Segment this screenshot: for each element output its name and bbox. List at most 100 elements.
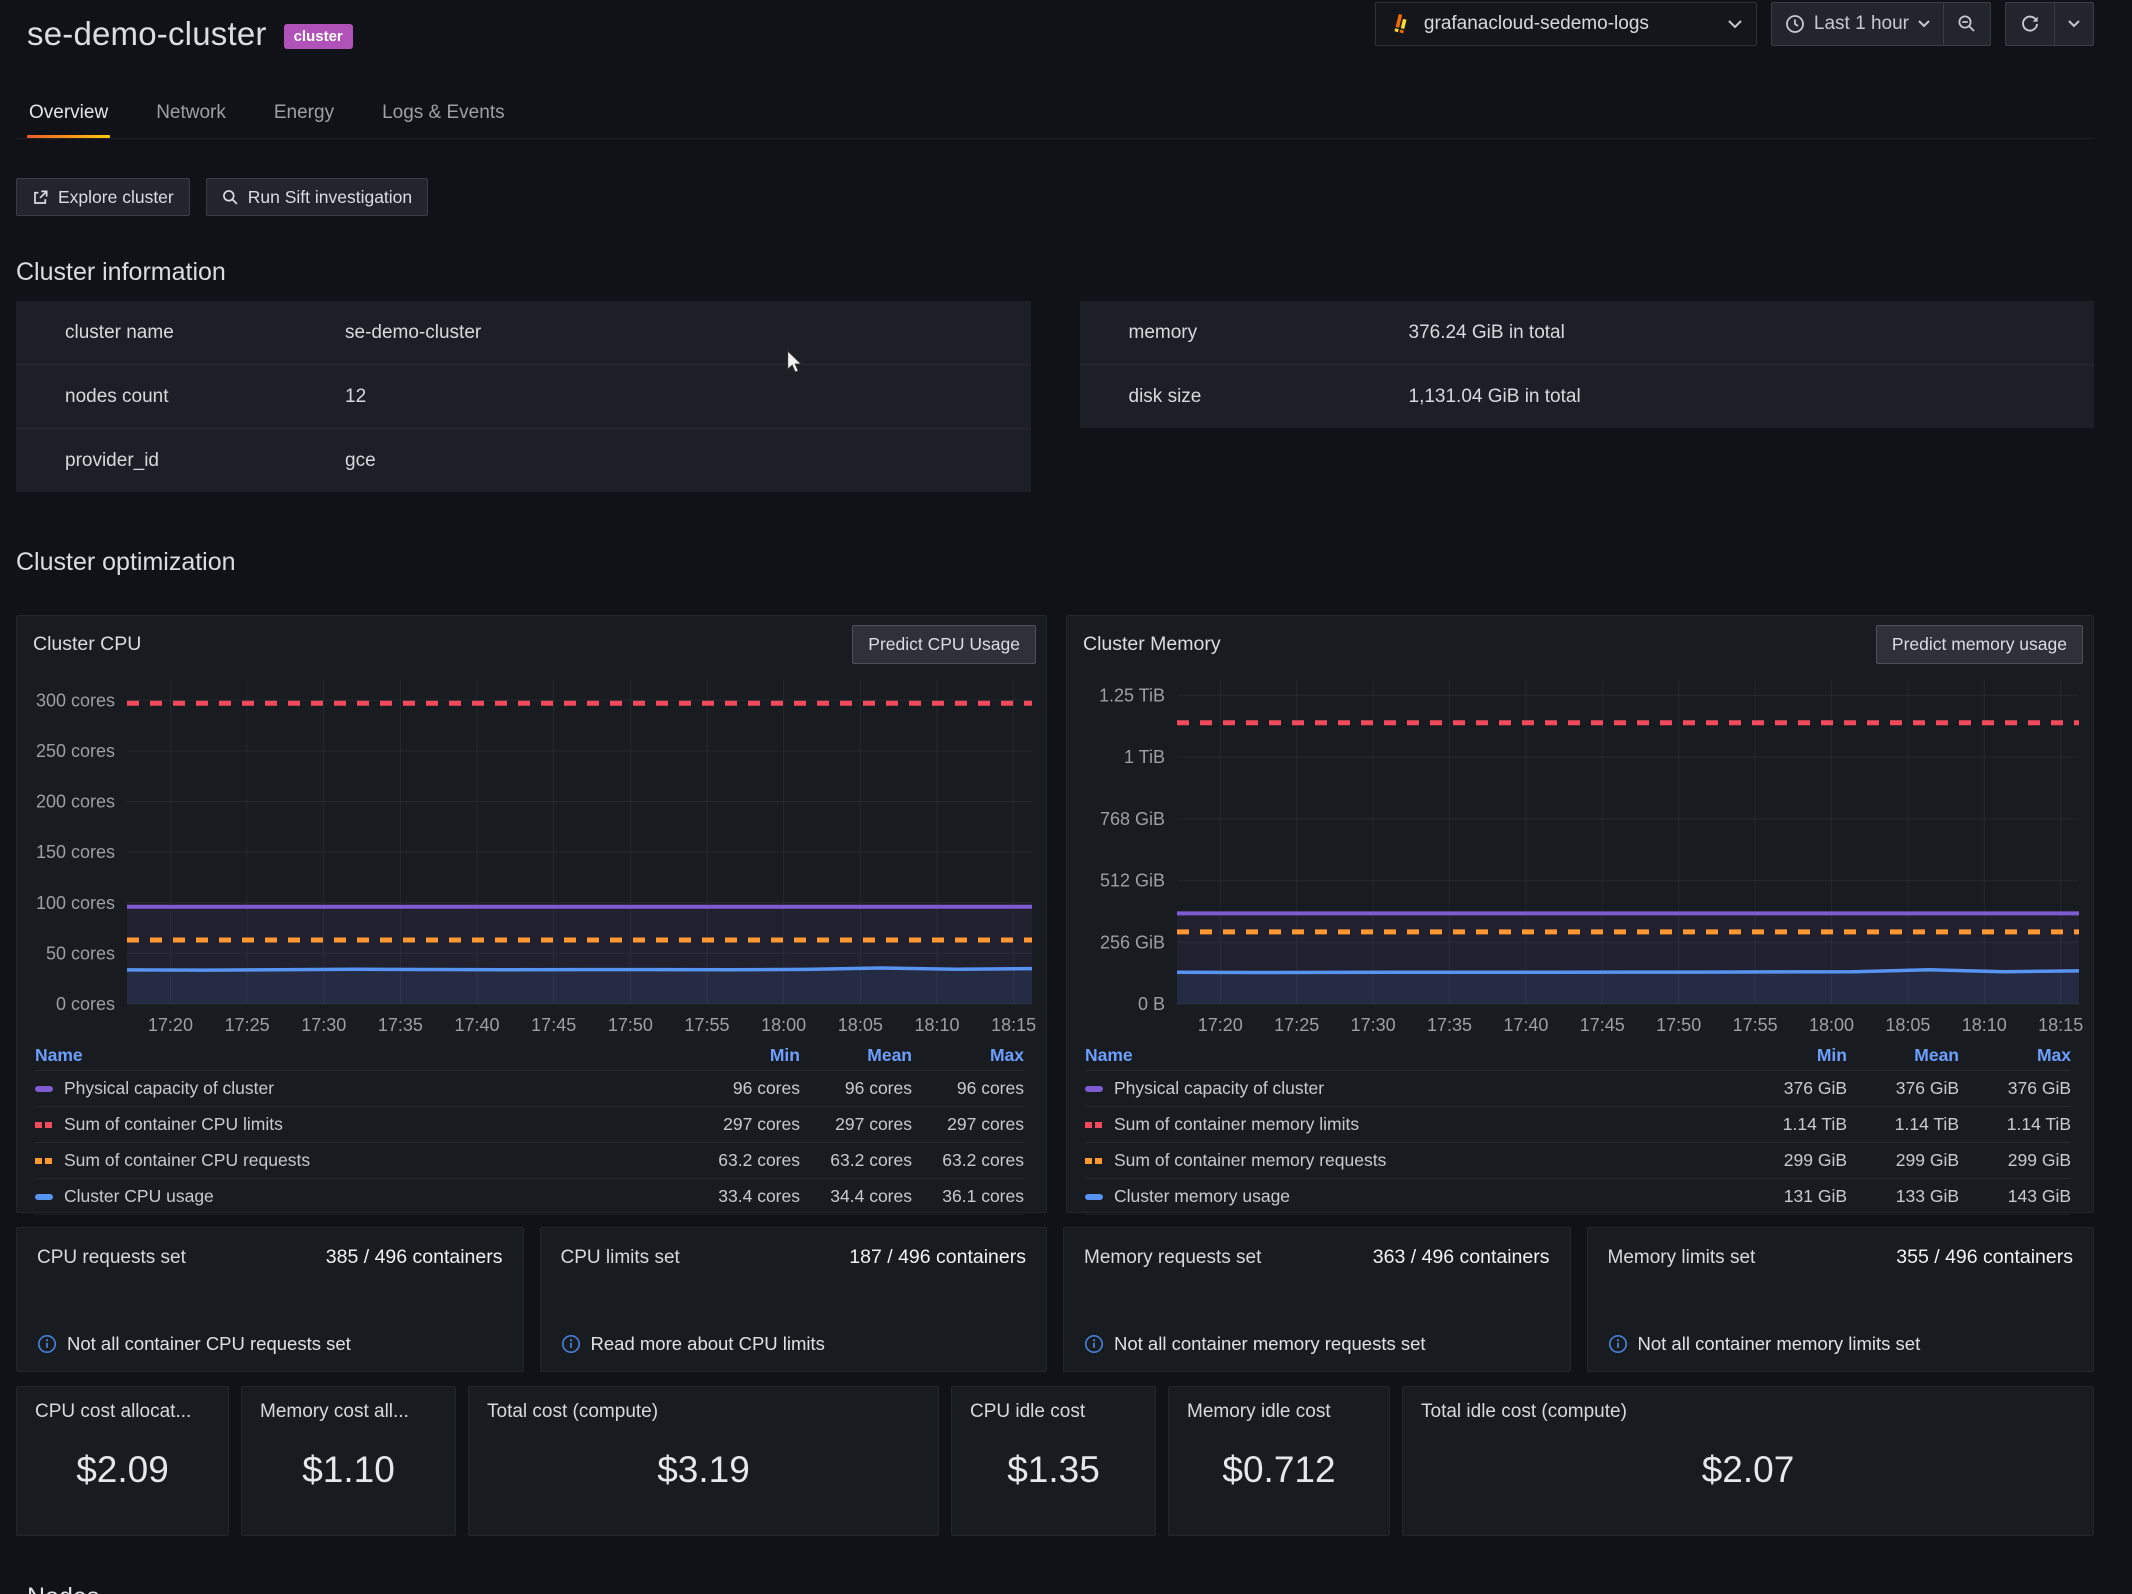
series-swatch: [1085, 1194, 1103, 1200]
tab[interactable]: Network: [154, 102, 228, 138]
info-icon: [37, 1334, 57, 1354]
legend-row[interactable]: Cluster CPU usage 33.4 cores 34.4 cores …: [35, 1178, 1024, 1215]
svg-text:18:10: 18:10: [914, 1015, 959, 1035]
legend-header-name[interactable]: Name: [35, 1045, 688, 1066]
legend-row[interactable]: Physical capacity of cluster 376 GiB 376…: [1085, 1070, 2071, 1106]
series-swatch: [35, 1158, 53, 1164]
legend-row[interactable]: Sum of container memory limits 1.14 TiB …: [1085, 1106, 2071, 1142]
cluster-info-table-left: cluster name se-demo-cluster nodes count…: [16, 301, 1031, 492]
chevron-down-icon: [1728, 20, 1742, 29]
stat-panel: CPU requests set 385 / 496 containers No…: [16, 1227, 524, 1372]
series-swatch: [1085, 1122, 1103, 1128]
svg-text:17:50: 17:50: [1656, 1015, 1701, 1035]
series-swatch: [35, 1194, 53, 1200]
series-swatch: [35, 1122, 53, 1128]
tab[interactable]: Overview: [27, 102, 110, 138]
cost-title: CPU idle cost: [970, 1401, 1137, 1423]
time-range-label: Last 1 hour: [1814, 13, 1909, 35]
svg-text:17:40: 17:40: [1503, 1015, 1548, 1035]
tab[interactable]: Energy: [272, 102, 336, 138]
cluster-badge: cluster: [284, 24, 353, 49]
legend-header-mean[interactable]: Mean: [1847, 1045, 1959, 1066]
svg-text:18:05: 18:05: [1885, 1015, 1930, 1035]
stat-info-link[interactable]: Read more about CPU limits: [561, 1333, 1027, 1355]
svg-text:256 GiB: 256 GiB: [1100, 932, 1165, 952]
table-row: memory 376.24 GiB in total: [1080, 301, 2095, 365]
svg-text:50 cores: 50 cores: [46, 943, 115, 963]
legend-header-max[interactable]: Max: [912, 1045, 1024, 1066]
table-row: provider_id gce: [16, 429, 1031, 492]
time-controls: Last 1 hour: [1771, 2, 1991, 46]
svg-text:200 cores: 200 cores: [36, 792, 115, 812]
stat-title: Memory requests set: [1084, 1247, 1261, 1269]
legend-row[interactable]: Cluster memory usage 131 GiB 133 GiB 143…: [1085, 1178, 2071, 1215]
svg-text:512 GiB: 512 GiB: [1100, 871, 1165, 891]
cost-value: $3.19: [487, 1423, 920, 1521]
svg-text:17:30: 17:30: [301, 1015, 346, 1035]
legend-row[interactable]: Sum of container CPU requests 63.2 cores…: [35, 1142, 1024, 1178]
predict-memory-usage-button[interactable]: Predict memory usage: [1876, 625, 2083, 664]
cluster-cpu-panel: Cluster CPU Predict CPU Usage 0 cores 50 …: [16, 615, 1047, 1213]
legend-header-name[interactable]: Name: [1085, 1045, 1735, 1066]
chart-panels-row: Cluster CPU Predict CPU Usage 0 cores 50 …: [16, 615, 2094, 1213]
panel-title: Cluster Memory: [1083, 633, 1221, 656]
legend-row[interactable]: Sum of container memory requests 299 GiB…: [1085, 1142, 2071, 1178]
legend-row[interactable]: Physical capacity of cluster 96 cores 96…: [35, 1070, 1024, 1106]
legend-header-min[interactable]: Min: [688, 1045, 800, 1066]
clock-icon: [1785, 14, 1805, 34]
magnifier-minus-icon: [1957, 14, 1977, 34]
memory-timeseries-chart[interactable]: 0 B256 GiB512 GiB768 GiB1 TiB1.25 TiB17:…: [1067, 664, 2093, 1040]
tab[interactable]: Logs & Events: [380, 102, 507, 138]
panel-title: Cluster CPU: [33, 633, 141, 656]
cost-title: Memory cost all...: [260, 1401, 437, 1423]
series-swatch: [35, 1086, 53, 1092]
stat-title: CPU limits set: [561, 1247, 680, 1269]
svg-text:0 B: 0 B: [1138, 994, 1165, 1014]
svg-text:250 cores: 250 cores: [36, 741, 115, 761]
stat-title: CPU requests set: [37, 1247, 186, 1269]
svg-text:17:35: 17:35: [378, 1015, 423, 1035]
stat-info-link[interactable]: Not all container CPU requests set: [37, 1333, 503, 1355]
legend-row[interactable]: Sum of container CPU limits 297 cores 29…: [35, 1106, 1024, 1142]
legend-header-min[interactable]: Min: [1735, 1045, 1847, 1066]
chevron-down-icon: [1918, 20, 1930, 28]
stat-info-link[interactable]: Not all container memory requests set: [1084, 1333, 1550, 1355]
stat-value: 187 / 496 containers: [849, 1246, 1026, 1269]
svg-text:768 GiB: 768 GiB: [1100, 809, 1165, 829]
svg-text:0 cores: 0 cores: [56, 994, 115, 1014]
memory-legend: Name Min Mean Max Physical capacity of c…: [1067, 1040, 2093, 1215]
svg-text:18:15: 18:15: [2038, 1015, 2083, 1035]
container-stats-row: CPU requests set 385 / 496 containers No…: [16, 1227, 2094, 1372]
svg-text:17:50: 17:50: [608, 1015, 653, 1035]
svg-text:18:00: 18:00: [761, 1015, 806, 1035]
run-sift-button[interactable]: Run Sift investigation: [206, 178, 428, 216]
dashboard-page: grafanacloud-sedemo-logs Last 1 hour: [0, 0, 2132, 1594]
zoom-out-button[interactable]: [1943, 3, 1990, 45]
time-range-picker[interactable]: Last 1 hour: [1772, 3, 1943, 45]
info-icon: [1084, 1334, 1104, 1354]
cost-value: $2.07: [1421, 1423, 2075, 1521]
legend-header-max[interactable]: Max: [1959, 1045, 2071, 1066]
refresh-button[interactable]: [2006, 3, 2054, 45]
svg-text:17:45: 17:45: [531, 1015, 576, 1035]
cost-value: $0.712: [1187, 1423, 1371, 1521]
svg-text:17:35: 17:35: [1427, 1015, 1472, 1035]
series-swatch: [1085, 1158, 1103, 1164]
refresh-interval-dropdown[interactable]: [2054, 3, 2093, 45]
svg-text:18:05: 18:05: [838, 1015, 883, 1035]
page-title: se-demo-cluster: [27, 15, 267, 53]
svg-text:17:30: 17:30: [1351, 1015, 1396, 1035]
predict-cpu-usage-button[interactable]: Predict CPU Usage: [852, 625, 1036, 664]
legend-header-mean[interactable]: Mean: [800, 1045, 912, 1066]
explore-cluster-button[interactable]: Explore cluster: [16, 178, 190, 216]
cost-value: $1.35: [970, 1423, 1137, 1521]
stat-panel: Memory requests set 363 / 496 containers…: [1063, 1227, 1571, 1372]
cpu-timeseries-chart[interactable]: 0 cores50 cores100 cores150 cores200 cor…: [17, 664, 1046, 1040]
datasource-value: grafanacloud-sedemo-logs: [1424, 13, 1649, 35]
external-link-icon: [32, 189, 49, 206]
stat-info-link[interactable]: Not all container memory limits set: [1608, 1333, 2074, 1355]
info-icon: [561, 1334, 581, 1354]
cost-value: $2.09: [35, 1423, 210, 1521]
datasource-picker[interactable]: grafanacloud-sedemo-logs: [1375, 2, 1757, 46]
chevron-down-icon: [2068, 20, 2080, 28]
